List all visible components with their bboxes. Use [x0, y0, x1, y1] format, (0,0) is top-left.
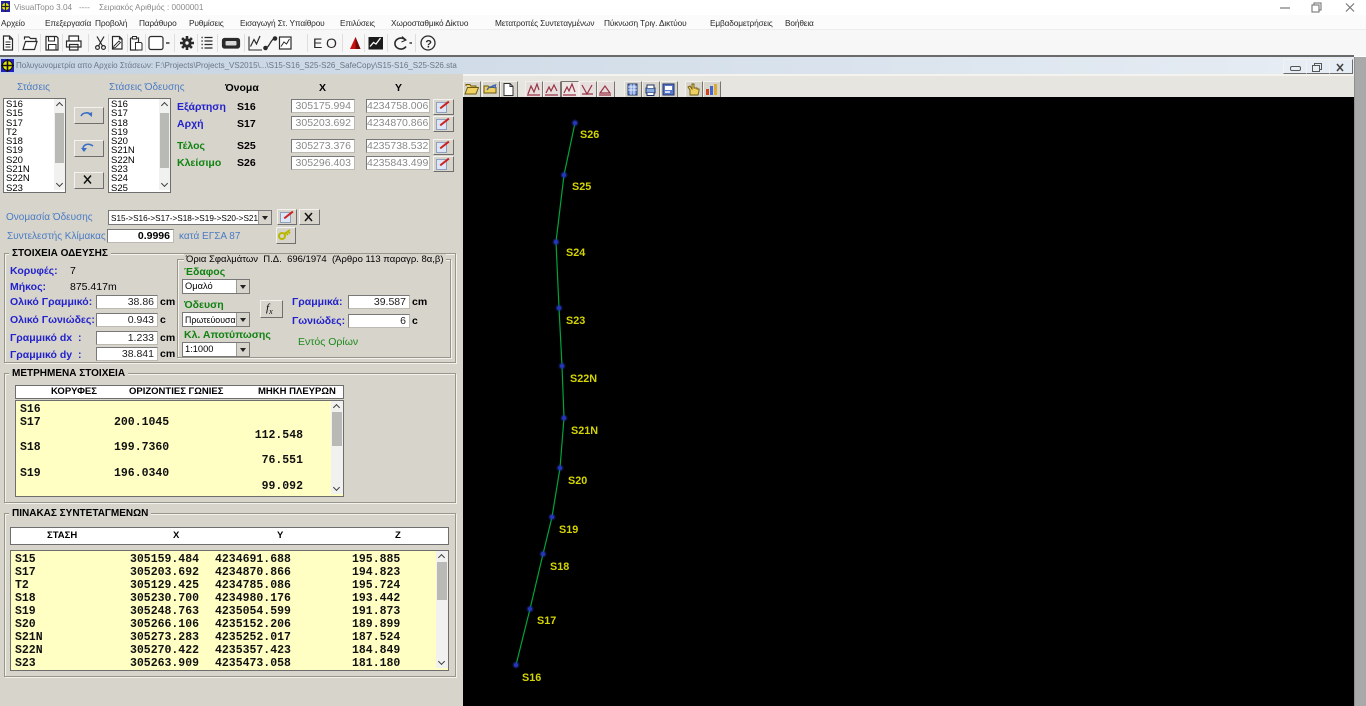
svg-text:S26: S26	[580, 129, 599, 141]
svg-text:S21N: S21N	[571, 425, 598, 437]
svg-text:S25: S25	[572, 181, 591, 193]
svg-text:S24: S24	[566, 247, 585, 259]
svg-text:S16: S16	[522, 672, 541, 684]
svg-text:E: E	[313, 35, 322, 51]
svg-text:S23: S23	[566, 315, 585, 327]
svg-text:S19: S19	[559, 524, 578, 536]
svg-text:S22N: S22N	[570, 373, 597, 385]
svg-text:S17: S17	[537, 615, 556, 627]
svg-text:O: O	[326, 35, 337, 51]
svg-text:S18: S18	[550, 561, 569, 573]
svg-text:S20: S20	[568, 475, 587, 487]
svg-text:?: ?	[425, 39, 432, 51]
